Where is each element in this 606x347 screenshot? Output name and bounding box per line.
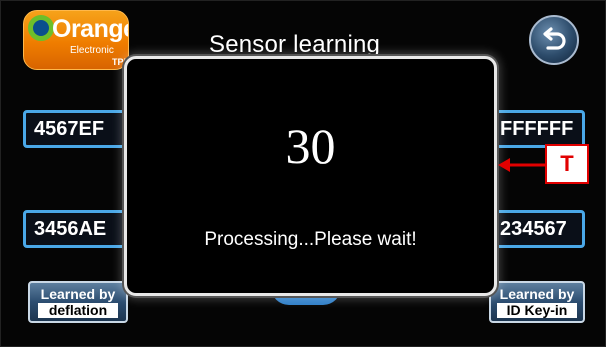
learn-keyin-label-1: Learned by bbox=[499, 286, 575, 302]
callout-label-t: T bbox=[545, 144, 589, 184]
logo-mark bbox=[28, 15, 54, 41]
back-arrow-icon bbox=[543, 27, 566, 50]
learn-by-id-keyin-button[interactable]: Learned by ID Key-in bbox=[489, 281, 585, 323]
learn-deflation-label-2: deflation bbox=[38, 303, 118, 318]
sensor-id-rear-left[interactable]: 3456AE bbox=[23, 210, 127, 248]
callout-arrow-icon bbox=[498, 158, 546, 172]
countdown-value: 30 bbox=[285, 118, 336, 174]
processing-dialog: 30 Processing...Please wait! bbox=[124, 56, 497, 296]
learn-keyin-label-2: ID Key-in bbox=[497, 303, 577, 318]
orange-logo: Orange Electronic TPi bbox=[23, 10, 129, 70]
logo-brand-text: Orange bbox=[52, 15, 129, 43]
back-button[interactable] bbox=[529, 15, 579, 65]
learn-deflation-label-1: Learned by bbox=[40, 286, 116, 302]
learn-by-deflation-button[interactable]: Learned by deflation bbox=[28, 281, 128, 323]
processing-message: Processing...Please wait! bbox=[204, 229, 417, 250]
sensor-id-front-right[interactable]: FFFFFF bbox=[493, 110, 585, 148]
sensor-id-front-left[interactable]: 4567EF bbox=[23, 110, 127, 148]
sensor-id-rear-right[interactable]: 234567 bbox=[493, 210, 585, 248]
page-title: Sensor learning bbox=[209, 31, 381, 58]
logo-subtitle: Electronic bbox=[70, 45, 114, 56]
